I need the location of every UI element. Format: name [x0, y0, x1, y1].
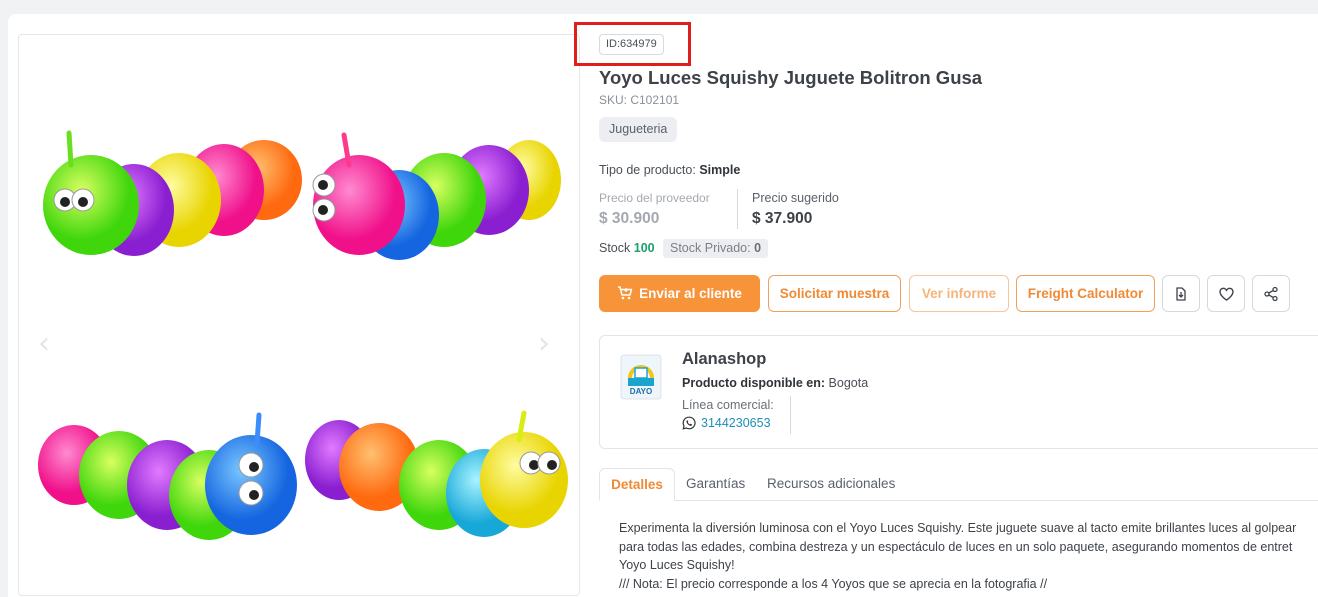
seller-logo-text: DAYO — [630, 387, 652, 396]
product-title: Yoyo Luces Squishy Juguete Bolitron Gusa — [599, 67, 983, 88]
share-icon — [1264, 286, 1278, 301]
description-line: para todas las edades, combina destreza … — [619, 539, 1293, 554]
availability-value: Bogota — [828, 376, 869, 390]
chevron-right-icon[interactable]: › — [538, 329, 556, 359]
download-icon — [1176, 286, 1186, 301]
tab-additional-resources[interactable]: Recursos adicionales — [767, 468, 895, 501]
stock-label: Stock — [599, 241, 631, 255]
supplier-price: $ 30.900 — [599, 210, 660, 227]
tab-warranties[interactable]: Garantías — [686, 468, 745, 501]
description-line: Experimenta la diversión luminosa con el… — [619, 521, 1297, 535]
freight-calculator-button[interactable]: Freight Calculator — [1016, 275, 1155, 312]
seller-divider — [790, 396, 791, 434]
heart-icon — [1218, 287, 1234, 301]
availability-label: Producto disponible en: — [682, 376, 826, 390]
send-to-client-button[interactable]: Enviar al cliente — [599, 275, 760, 312]
product-type-value: Simple — [699, 163, 741, 177]
seller-phone: 3144230653 — [701, 416, 771, 430]
tab-details[interactable]: Detalles — [599, 468, 675, 501]
product-sku: SKU: C102101 — [599, 93, 680, 107]
request-sample-button[interactable]: Solicitar muestra — [768, 275, 901, 312]
seller-phone-link[interactable]: 3144230653 — [682, 416, 771, 430]
seller-name[interactable]: Alanashop — [682, 350, 766, 369]
private-stock-badge: Stock Privado: 0 — [663, 239, 769, 258]
price-divider — [737, 189, 738, 229]
cart-icon — [618, 286, 633, 300]
category-tag[interactable]: Jugueteria — [599, 117, 678, 142]
product-type: Tipo de producto: Simple — [599, 163, 740, 177]
share-button[interactable] — [1252, 275, 1290, 312]
description-line: Yoyo Luces Squishy! — [619, 558, 735, 572]
seller-logo: DAYO — [620, 354, 662, 400]
suggested-price: $ 37.900 — [752, 210, 813, 227]
download-button[interactable] — [1162, 275, 1200, 312]
private-stock-label: Stock Privado: — [670, 241, 751, 255]
product-description: Experimenta la diversión luminosa con el… — [619, 519, 1318, 593]
stock-value: 100 — [633, 241, 655, 255]
view-report-button[interactable]: Ver informe — [909, 275, 1009, 312]
send-to-client-label: Enviar al cliente — [639, 286, 742, 301]
stock: Stock 100 — [599, 241, 655, 255]
product-type-label: Tipo de producto: — [599, 163, 696, 177]
product-image — [38, 130, 568, 540]
whatsapp-icon — [682, 416, 696, 430]
private-stock-value: 0 — [754, 241, 762, 255]
supplier-price-label: Precio del proveedor — [599, 191, 710, 205]
suggested-price-label: Precio sugerido — [752, 191, 839, 205]
favorite-button[interactable] — [1207, 275, 1245, 312]
chevron-left-icon[interactable]: ‹ — [38, 329, 56, 359]
description-line: /// Nota: El precio corresponde a los 4 … — [619, 576, 1048, 591]
product-id-badge: ID:634979 — [599, 34, 664, 55]
product-image-gallery[interactable] — [18, 34, 580, 596]
seller-availability: Producto disponible en: Bogota — [682, 376, 868, 390]
commercial-line-label: Línea comercial: — [682, 398, 774, 412]
